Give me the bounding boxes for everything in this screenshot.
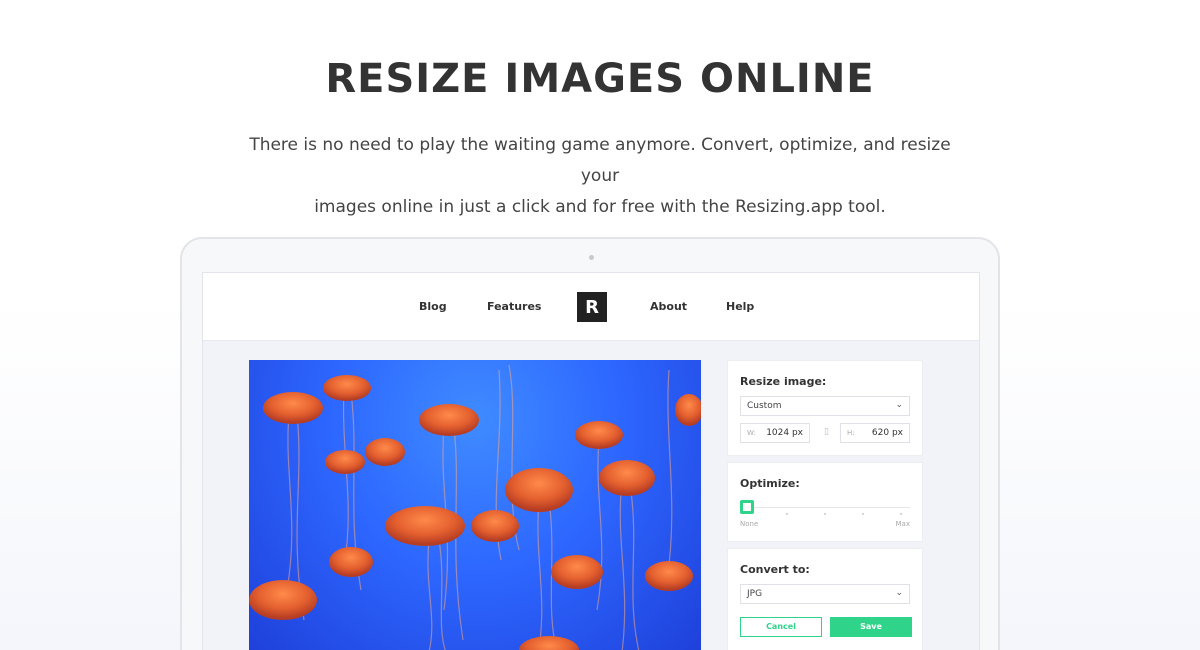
resize-title: Resize image: — [740, 375, 827, 388]
optimize-slider-handle[interactable] — [740, 500, 754, 514]
nav-help[interactable]: Help — [726, 300, 754, 313]
resize-preset-value: Custom — [747, 401, 782, 411]
laptop-screen: Blog Features R About Help Resize image:… — [202, 272, 980, 650]
app-navbar: Blog Features R About Help — [203, 273, 979, 341]
slider-tick — [824, 513, 826, 515]
resizing-logo[interactable]: R — [577, 292, 607, 322]
resize-preset-select[interactable]: Custom ⌄ — [740, 396, 910, 416]
tentacles — [286, 364, 673, 650]
optimize-title: Optimize: — [740, 477, 800, 490]
optimize-min-label: None — [740, 520, 759, 528]
laptop-camera — [589, 255, 594, 260]
hero-subtitle: There is no need to play the waiting gam… — [240, 130, 960, 223]
slider-tick — [900, 513, 902, 515]
optimize-slider-track[interactable] — [742, 507, 910, 508]
link-lock-icon[interactable]: ▯ — [824, 427, 829, 437]
nav-blog[interactable]: Blog — [419, 300, 447, 313]
hero-subtitle-line-2: images online in just a click and for fr… — [314, 197, 886, 217]
convert-panel: Convert to: JPG ⌄ Cancel Save — [727, 548, 923, 650]
resize-panel: Resize image: Custom ⌄ W: 1024 px ▯ H: 6… — [727, 360, 923, 456]
width-input[interactable]: W: 1024 px — [740, 423, 810, 443]
nav-about[interactable]: About — [650, 300, 687, 313]
jellyfish-illustration — [249, 364, 701, 650]
slider-tick — [862, 513, 864, 515]
height-label: H: — [847, 429, 855, 437]
convert-title: Convert to: — [740, 563, 810, 576]
laptop-mockup: Blog Features R About Help Resize image:… — [180, 237, 1000, 650]
nav-features[interactable]: Features — [487, 300, 541, 313]
height-input[interactable]: H: 620 px — [840, 423, 910, 443]
format-value: JPG — [747, 589, 763, 599]
width-value: 1024 px — [766, 428, 803, 438]
width-label: W: — [747, 429, 756, 437]
height-value: 620 px — [871, 428, 903, 438]
chevron-down-icon: ⌄ — [895, 588, 903, 598]
optimize-max-label: Max — [895, 520, 910, 528]
hero-subtitle-line-1: There is no need to play the waiting gam… — [249, 135, 951, 186]
jellyfish-photo — [249, 360, 701, 650]
slider-tick — [786, 513, 788, 515]
optimize-panel: Optimize: None Max — [727, 462, 923, 542]
format-select[interactable]: JPG ⌄ — [740, 584, 910, 604]
hero-title: RESIZE IMAGES ONLINE — [325, 56, 875, 102]
save-button[interactable]: Save — [830, 617, 912, 637]
chevron-down-icon: ⌄ — [895, 400, 903, 410]
cancel-button[interactable]: Cancel — [740, 617, 822, 637]
